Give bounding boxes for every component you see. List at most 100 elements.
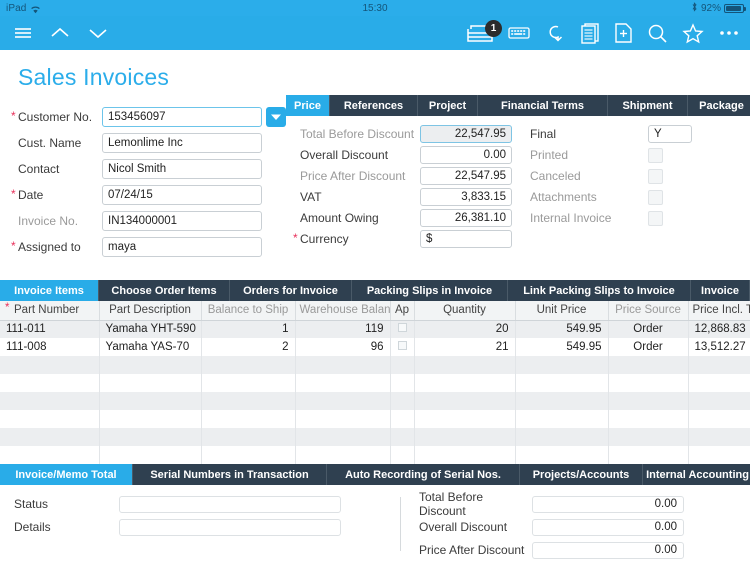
add-document-icon[interactable]	[614, 22, 633, 44]
column-header-balance-to-ship: Balance to Ship	[201, 301, 295, 320]
hamburger-menu-icon[interactable]	[12, 24, 34, 42]
column-header-quantity: Quantity	[414, 301, 515, 320]
grid-tab-choose-order-items[interactable]: Choose Order Items	[99, 280, 230, 301]
price-input-currency[interactable]: $	[420, 230, 512, 248]
keyboard-icon[interactable]	[508, 25, 530, 41]
flag-label: Printed	[530, 148, 648, 162]
form-row: Cust. NameLemonlime Inc	[10, 133, 286, 153]
row-checkbox[interactable]	[398, 341, 407, 350]
document-list-icon[interactable]	[580, 22, 600, 44]
form-row: *Assigned tomaya	[10, 237, 286, 257]
price-label: *Currency	[300, 232, 420, 246]
cell-empty	[99, 392, 201, 410]
table-row-empty[interactable]	[0, 392, 750, 410]
cell-empty	[0, 446, 99, 464]
cell-empty	[390, 428, 414, 446]
column-header-text: Price Source	[615, 304, 681, 316]
price-row: Price After Discount22,547.95	[300, 168, 512, 184]
price-input-price-after-discount[interactable]: 22,547.95	[420, 167, 512, 185]
grid-tab-packing-slips-in-invoice[interactable]: Packing Slips in Invoice	[352, 280, 508, 301]
bottom-tab-projects-accounts[interactable]: Projects/Accounts	[520, 464, 643, 485]
price-input-overall-discount[interactable]: 0.00	[420, 146, 512, 164]
cell-empty	[414, 446, 515, 464]
grid-tab-invoice[interactable]: Invoice	[691, 280, 750, 301]
cell-empty	[0, 392, 99, 410]
table-row-empty[interactable]	[0, 374, 750, 392]
table-row-empty[interactable]	[0, 428, 750, 446]
toolbar-left-group	[12, 24, 110, 42]
search-icon[interactable]	[647, 23, 668, 44]
cell-empty	[0, 356, 99, 374]
undo-arrow-icon[interactable]	[544, 22, 566, 44]
form-label-text: Date	[18, 188, 43, 202]
tab-price[interactable]: Price	[286, 95, 330, 116]
checkbox-attachments[interactable]	[648, 190, 663, 205]
table-row-empty[interactable]	[0, 410, 750, 428]
cell-empty	[608, 410, 688, 428]
bottom-total-input-overall-discount[interactable]: 0.00	[532, 519, 684, 536]
form-label: Invoice No.	[10, 214, 102, 228]
cell-empty	[201, 356, 295, 374]
price-input-vat[interactable]: 3,833.15	[420, 188, 512, 206]
grid-tab-orders-for-invoice[interactable]: Orders for Invoice	[230, 280, 352, 301]
dropdown-button[interactable]	[266, 107, 286, 127]
column-header-text: Part Number	[14, 304, 79, 316]
checkbox-printed[interactable]	[648, 148, 663, 163]
tab-financial-terms[interactable]: Financial Terms	[478, 95, 608, 116]
tab-package[interactable]: Package	[688, 95, 750, 116]
star-icon[interactable]	[682, 23, 704, 44]
cell-empty	[414, 410, 515, 428]
input-invoice-no[interactable]: IN134000001	[102, 211, 262, 231]
file-drawer-icon[interactable]: 1	[466, 22, 494, 44]
chevron-up-icon[interactable]	[48, 24, 72, 42]
checkbox-internal-invoice[interactable]	[648, 211, 663, 226]
column-header-text: Warehouse Balan	[300, 304, 391, 316]
bottom-tab-internal-accounting[interactable]: Internal Accounting	[643, 464, 750, 485]
totals-section: Invoice/Memo TotalSerial Numbers in Tran…	[0, 464, 750, 553]
form-label: Contact	[10, 162, 102, 176]
grid-tab-invoice-items[interactable]: Invoice Items	[0, 280, 99, 301]
table-header-row: *Part NumberPart DescriptionBalance to S…	[0, 301, 750, 320]
bottom-input-status[interactable]	[119, 496, 341, 513]
bottom-tab-auto-recording-of-serial-nos-[interactable]: Auto Recording of Serial Nos.	[327, 464, 520, 485]
table-row[interactable]: 111-008Yamaha YAS-7029621549.95Order13,5…	[0, 338, 750, 356]
form-label-text: Invoice No.	[18, 214, 78, 228]
tab-project[interactable]: Project	[418, 95, 478, 116]
cell-empty	[295, 356, 390, 374]
price-input-amount-owing[interactable]: 26,381.10	[420, 209, 512, 227]
required-asterisk: *	[293, 231, 298, 245]
input-assigned-to[interactable]: maya	[102, 237, 262, 257]
bottom-total-input-total-before-discount[interactable]: 0.00	[532, 496, 684, 513]
price-left-column: Total Before Discount22,547.95Overall Di…	[286, 126, 512, 252]
input-contact[interactable]: Nicol Smith	[102, 159, 262, 179]
input-date[interactable]: 07/24/15	[102, 185, 262, 205]
more-ellipsis-icon[interactable]	[718, 29, 740, 37]
flag-input-final[interactable]: Y	[648, 125, 692, 143]
bottom-input-details[interactable]	[119, 519, 341, 536]
column-header-text: Balance to Ship	[208, 304, 289, 316]
tab-references[interactable]: References	[330, 95, 418, 116]
bottom-row: Details	[14, 518, 400, 536]
cell-price_incl_tax: 12,868.83	[688, 320, 750, 338]
input-cust-name[interactable]: Lemonlime Inc	[102, 133, 262, 153]
tab-shipment[interactable]: Shipment	[608, 95, 688, 116]
chevron-down-icon[interactable]	[86, 24, 110, 42]
price-input-total-before-discount[interactable]: 22,547.95	[420, 125, 512, 143]
bottom-total-input-price-after-discount[interactable]: 0.00	[532, 542, 684, 559]
table-row-empty[interactable]	[0, 446, 750, 464]
price-label: Amount Owing	[300, 211, 420, 225]
table-row[interactable]: 111-011Yamaha YHT-590111920549.95Order12…	[0, 320, 750, 338]
row-checkbox[interactable]	[398, 323, 407, 332]
bottom-tab-invoice-memo-total[interactable]: Invoice/Memo Total	[0, 464, 133, 485]
cell-empty	[515, 446, 608, 464]
checkbox-canceled[interactable]	[648, 169, 663, 184]
cell-empty	[295, 392, 390, 410]
items-grid-section: Invoice ItemsChoose Order ItemsOrders fo…	[0, 280, 750, 464]
input-customer-no[interactable]: 153456097	[102, 107, 262, 127]
column-header-price-source: Price Source	[608, 301, 688, 320]
bottom-label: Status	[14, 497, 119, 511]
grid-tab-link-packing-slips-to-invoice[interactable]: Link Packing Slips to Invoice	[508, 280, 691, 301]
cell-empty	[414, 392, 515, 410]
bottom-tab-serial-numbers-in-transaction[interactable]: Serial Numbers in Transaction	[133, 464, 327, 485]
table-row-empty[interactable]	[0, 356, 750, 374]
